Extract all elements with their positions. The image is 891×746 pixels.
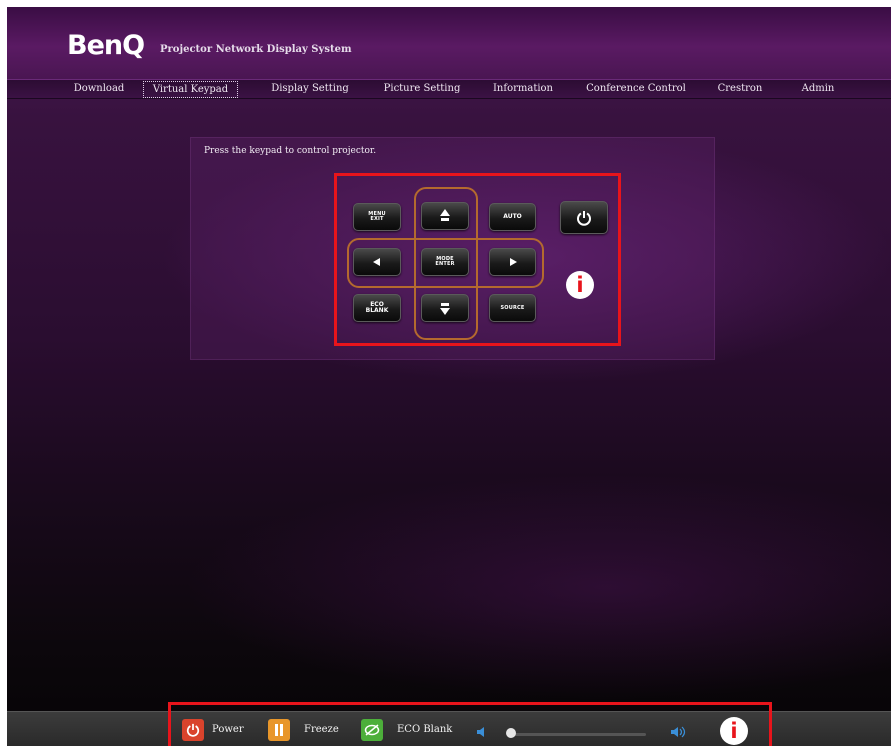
header: BenQ Projector Network Display System <box>7 7 891 79</box>
tab-picture-setting[interactable]: Picture Setting <box>377 81 467 98</box>
tab-display-setting[interactable]: Display Setting <box>264 81 356 98</box>
tab-virtual-keypad[interactable]: Virtual Keypad <box>143 81 238 98</box>
app-title: Projector Network Display System <box>160 44 352 55</box>
tab-conference-control[interactable]: Conference Control <box>579 81 693 98</box>
info-badge-bottom: i <box>720 717 748 745</box>
info-badge-keypad: i <box>566 271 594 299</box>
benq-logo: BenQ <box>67 30 145 61</box>
app-window <box>7 7 891 746</box>
tab-crestron[interactable]: Crestron <box>711 81 769 98</box>
tab-admin[interactable]: Admin <box>792 81 844 98</box>
tab-download[interactable]: Download <box>64 81 134 98</box>
bottom-bar-highlight-box <box>168 702 772 746</box>
tab-information[interactable]: Information <box>487 81 559 98</box>
keypad-instruction: Press the keypad to control projector. <box>204 146 377 156</box>
nav-bar: Download Virtual Keypad Display Setting … <box>7 79 891 99</box>
keypad-highlight-box <box>334 173 621 346</box>
